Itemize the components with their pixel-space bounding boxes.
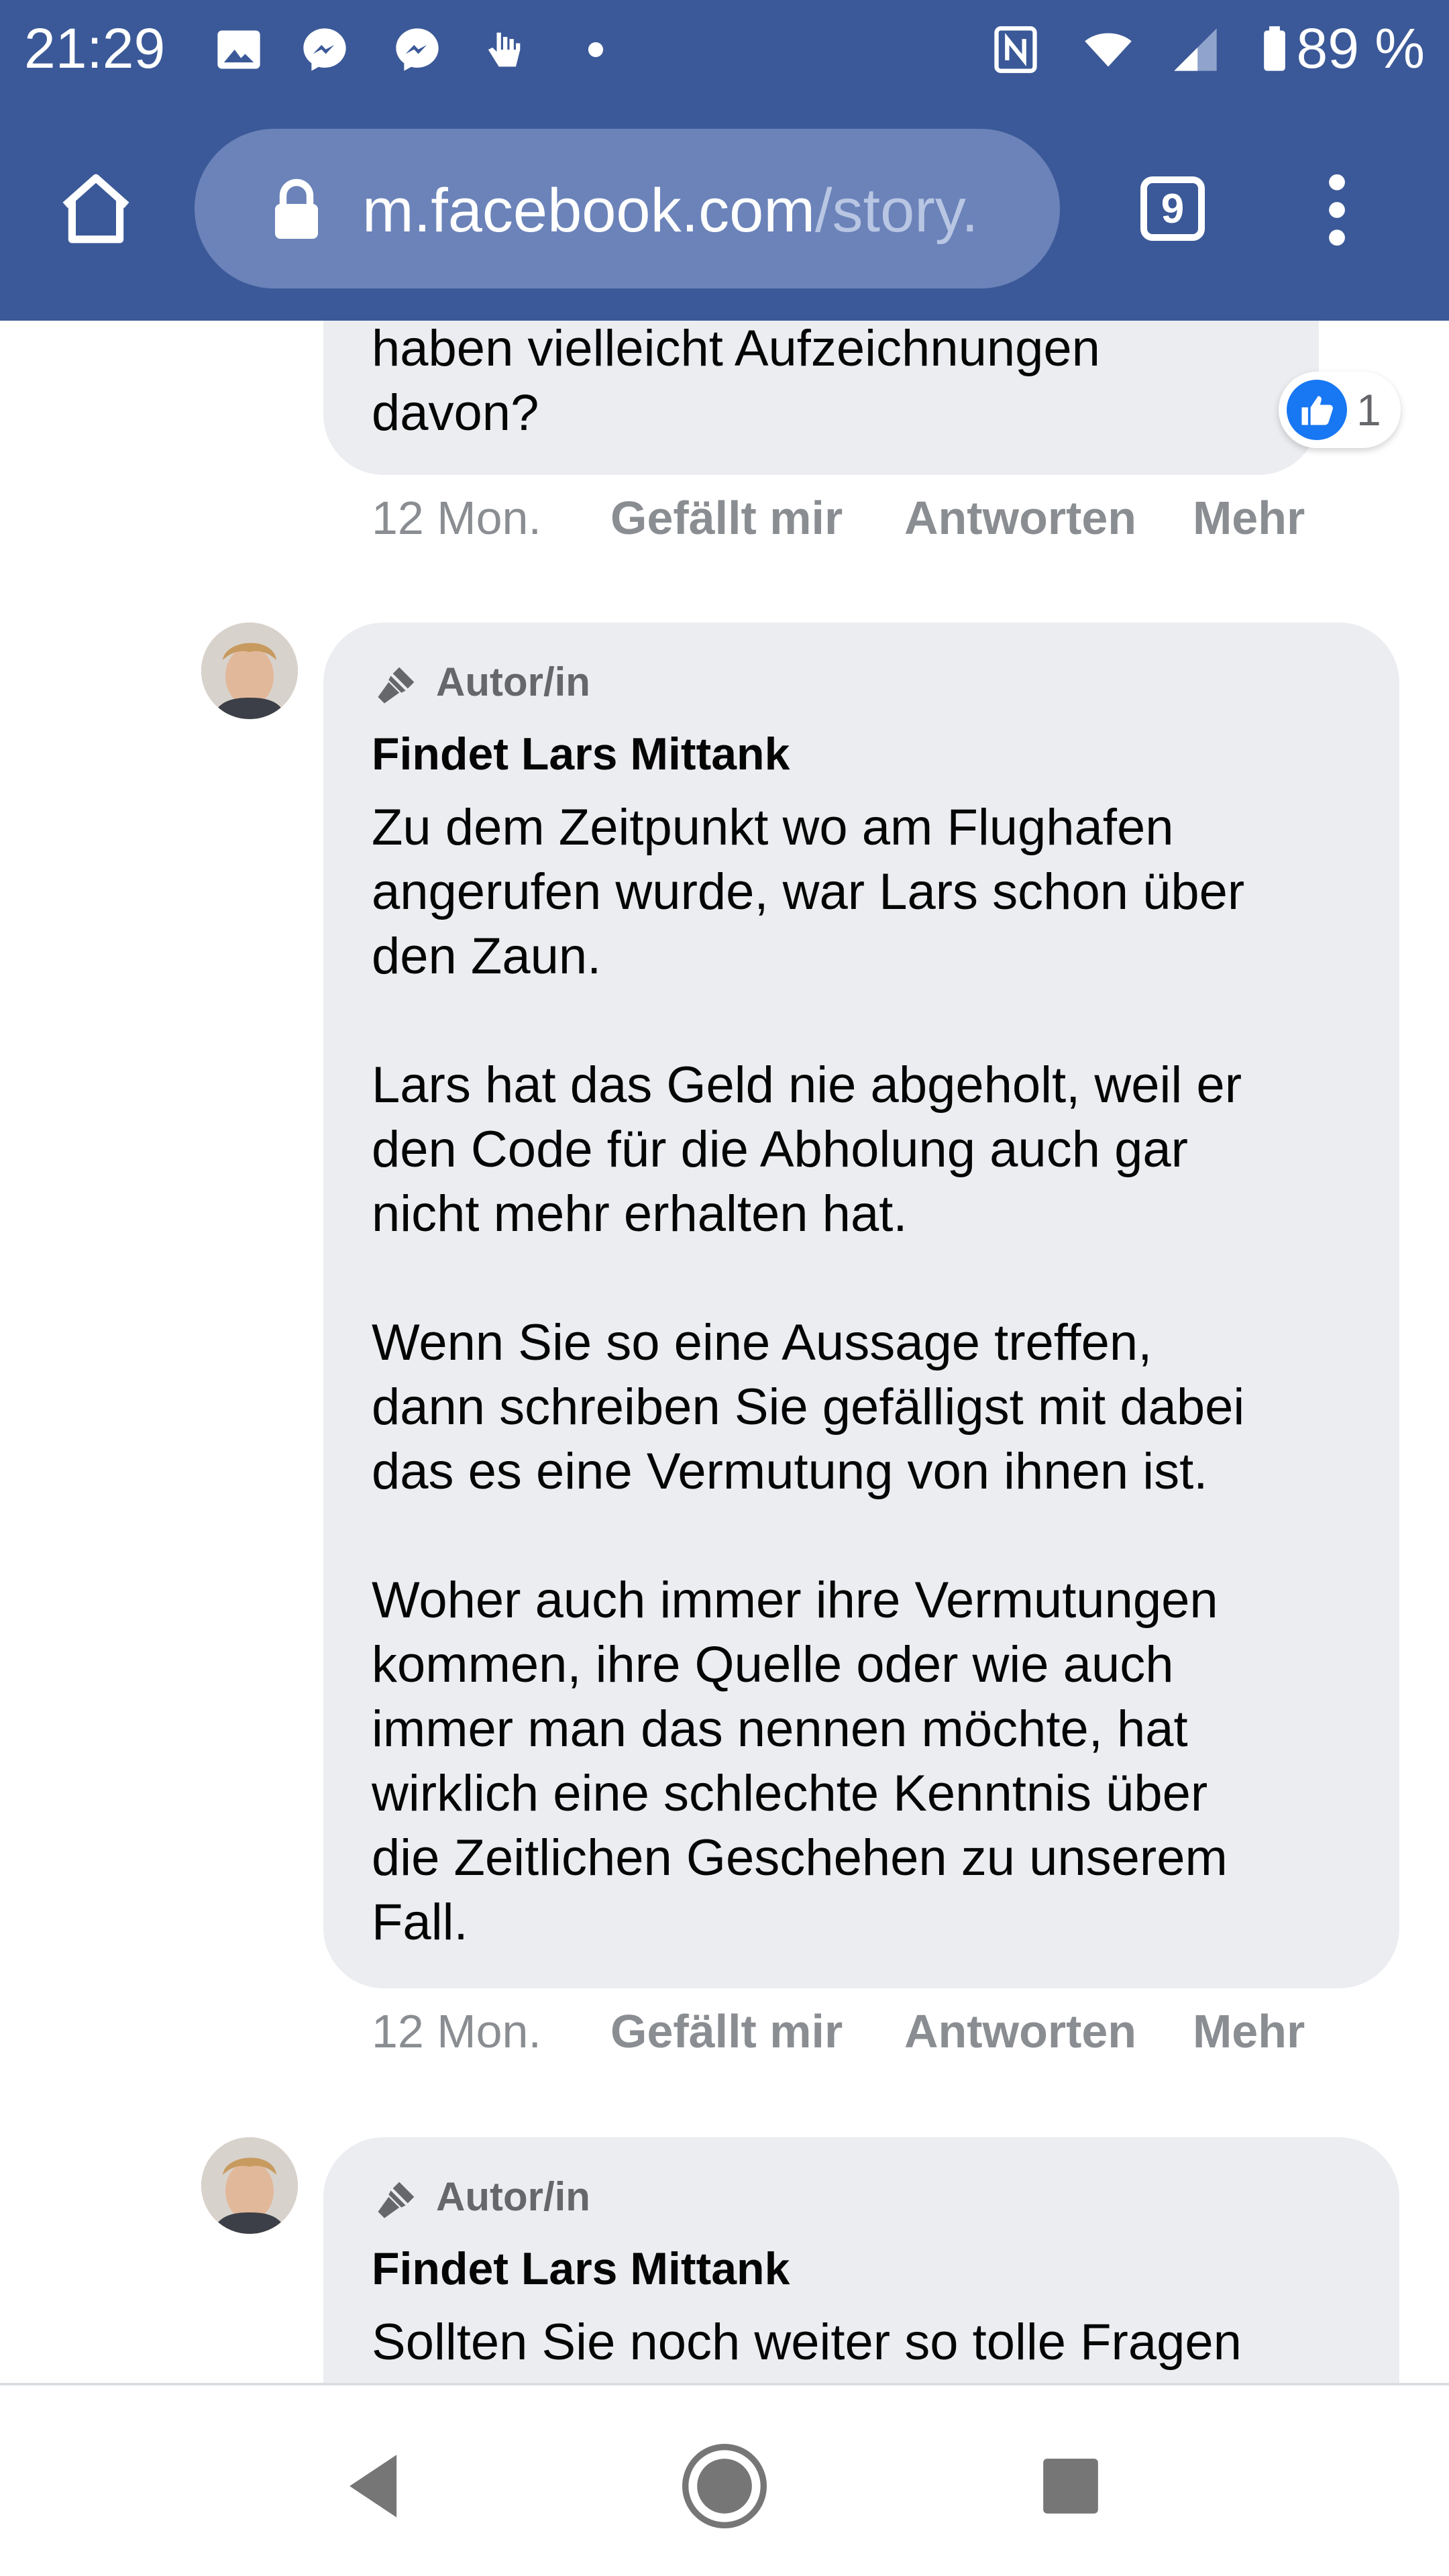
like-button[interactable]: Gefällt mir bbox=[610, 491, 843, 545]
image-icon bbox=[217, 30, 260, 69]
status-time: 21:29 bbox=[24, 17, 166, 80]
comment-author-name[interactable]: Findet Lars Mittank bbox=[372, 727, 790, 781]
avatar[interactable] bbox=[201, 623, 298, 719]
signal-icon bbox=[1174, 28, 1217, 71]
comment-text: Zu dem Zeitpunkt wo am Flughafen angeruf… bbox=[372, 799, 1245, 1951]
url-host: m.facebook.com bbox=[362, 176, 815, 245]
wifi-icon bbox=[1085, 33, 1132, 67]
system-navigation-bar bbox=[0, 2383, 1449, 2576]
menu-dots-icon[interactable] bbox=[1320, 173, 1354, 247]
home-circle-icon[interactable] bbox=[678, 2439, 771, 2533]
messenger-icon bbox=[396, 28, 439, 71]
avatar-photo bbox=[201, 623, 298, 719]
more-button[interactable]: Mehr bbox=[1193, 2004, 1305, 2058]
reply-button[interactable]: Antworten bbox=[904, 2004, 1136, 2058]
microphone-icon bbox=[378, 667, 415, 704]
reaction-count: 1 bbox=[1356, 385, 1381, 435]
like-reaction-icon bbox=[1287, 380, 1347, 440]
address-bar[interactable]: m.facebook.com/story. bbox=[195, 129, 1060, 288]
avatar-photo bbox=[201, 2137, 298, 2234]
messenger-icon bbox=[303, 28, 346, 71]
back-icon[interactable] bbox=[330, 2439, 424, 2533]
dot-icon bbox=[588, 42, 604, 58]
url-path: /story. bbox=[814, 176, 979, 245]
author-badge-label: Autor/in bbox=[436, 2174, 590, 2219]
nfc-icon bbox=[994, 26, 1037, 73]
lock-icon bbox=[275, 178, 318, 239]
comment-text: Sollten Sie noch weiter so tolle Fragen bbox=[372, 2314, 1242, 2371]
comment-bubble: Autor/in Findet Lars Mittank Zu dem Zeit… bbox=[323, 623, 1399, 1988]
avatar[interactable] bbox=[201, 2137, 298, 2234]
like-button[interactable]: Gefällt mir bbox=[610, 2004, 843, 2058]
reply-button[interactable]: Antworten bbox=[904, 491, 1136, 545]
microphone-icon bbox=[378, 2182, 415, 2218]
url-text: m.facebook.com/story. bbox=[362, 177, 979, 244]
reaction-summary[interactable]: 1 bbox=[1279, 372, 1401, 448]
comment-text: haben vielleicht Aufzeichnungen davon? bbox=[372, 320, 1100, 441]
author-badge-label: Autor/in bbox=[436, 659, 590, 704]
browser-top-bar: 21:29 89 % m.facebook.com/story. 9 bbox=[0, 0, 1449, 321]
tab-switcher-button[interactable]: 9 bbox=[1140, 176, 1205, 241]
comment-author-name[interactable]: Findet Lars Mittank bbox=[372, 2242, 790, 2296]
hand-icon bbox=[488, 32, 521, 67]
comment-time[interactable]: 12 Mon. bbox=[372, 2004, 541, 2058]
more-button[interactable]: Mehr bbox=[1193, 491, 1305, 545]
home-icon[interactable] bbox=[55, 168, 137, 250]
battery-percentage: 89 % bbox=[1296, 17, 1425, 80]
comment-time[interactable]: 12 Mon. bbox=[372, 491, 541, 545]
battery-icon bbox=[1264, 26, 1285, 71]
status-bar: 21:29 89 % bbox=[0, 0, 1449, 101]
recents-icon[interactable] bbox=[1024, 2439, 1118, 2533]
